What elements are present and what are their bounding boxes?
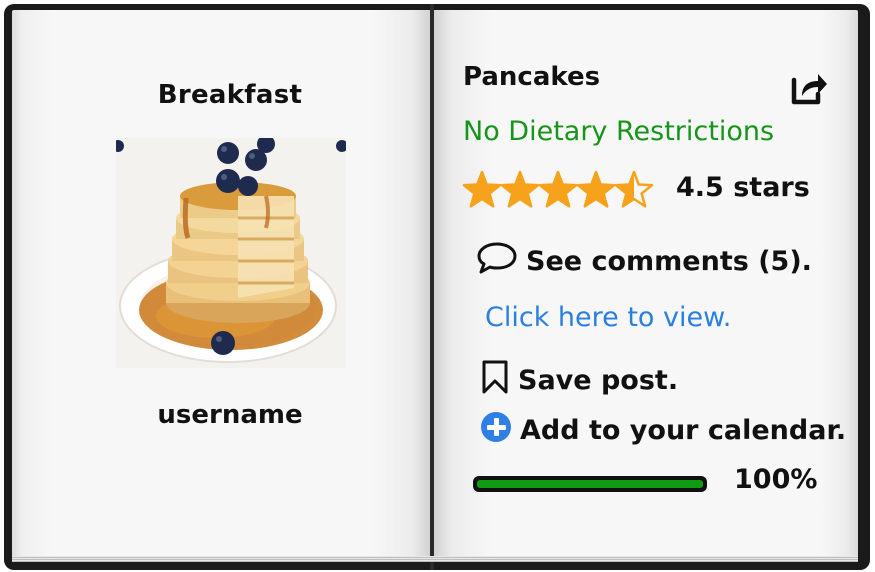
category-label: Breakfast <box>157 80 303 110</box>
pancake-image <box>112 135 348 363</box>
rating-stars <box>462 170 662 210</box>
star-4 <box>576 170 616 208</box>
progress-bar <box>471 474 709 494</box>
star-rating-icons <box>462 170 654 208</box>
progress-percent: 100% <box>734 464 818 495</box>
bookmark-icon <box>480 359 510 402</box>
see-comments-button[interactable]: See comments (5). <box>476 241 812 282</box>
view-comments-link[interactable]: Click here to view. <box>485 302 731 333</box>
recipe-photo[interactable] <box>112 135 348 368</box>
recipe-title: Pancakes <box>463 62 601 92</box>
progress-fill <box>477 480 703 488</box>
calendar-label: Add to your calendar. <box>520 415 847 446</box>
save-label: Save post. <box>518 365 679 396</box>
star-1 <box>462 170 502 208</box>
speech-bubble-icon <box>476 241 518 282</box>
star-2 <box>500 170 540 208</box>
dietary-restrictions: No Dietary Restrictions <box>463 116 775 147</box>
add-to-calendar-button[interactable]: Add to your calendar. <box>480 411 846 450</box>
rating-text: 4.5 stars <box>676 172 810 203</box>
author-username[interactable]: username <box>0 400 460 430</box>
comments-label: See comments (5). <box>526 246 812 277</box>
star-3 <box>538 170 578 208</box>
recipe-book: Breakfast username Pancakes No Dietary R… <box>0 0 875 572</box>
page-edges <box>12 556 858 562</box>
share-button[interactable] <box>790 70 828 106</box>
plus-circle-icon <box>480 411 512 450</box>
share-icon <box>791 74 827 105</box>
save-post-button[interactable]: Save post. <box>480 359 678 402</box>
